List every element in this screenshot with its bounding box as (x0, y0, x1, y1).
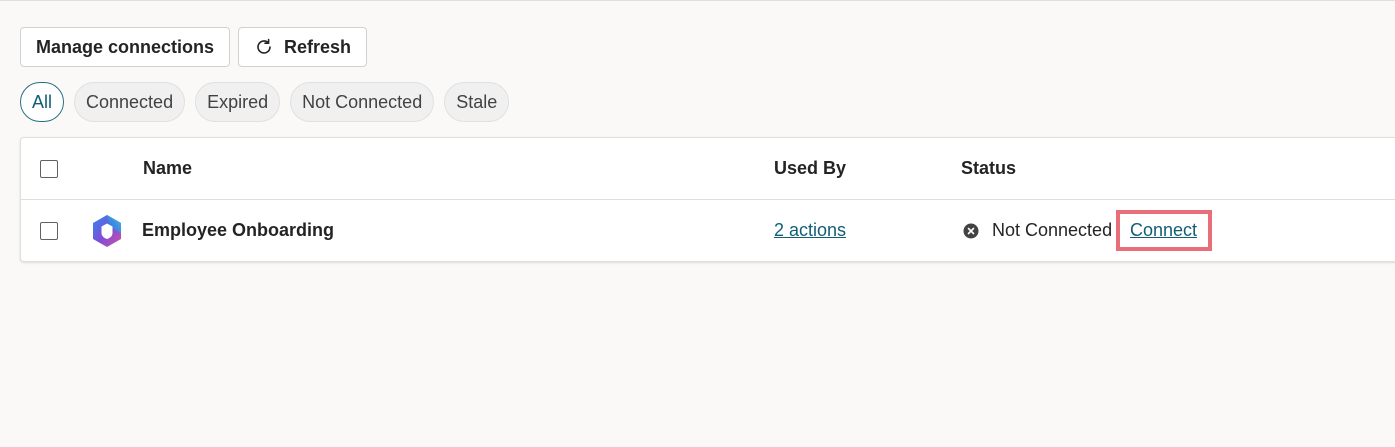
refresh-icon (254, 37, 274, 57)
filter-all[interactable]: All (20, 82, 65, 122)
column-header-name[interactable]: Name (143, 138, 192, 199)
toolbar: Manage connections Refresh (20, 27, 368, 67)
connections-table: Name Used By Status Employee Onboarding … (20, 137, 1395, 262)
status-text: Not Connected (992, 220, 1113, 240)
column-header-status[interactable]: Status (961, 138, 1016, 199)
used-by-link[interactable]: 2 actions (774, 220, 846, 241)
manage-connections-button[interactable]: Manage connections (20, 27, 231, 67)
column-header-used-by[interactable]: Used By (774, 138, 846, 199)
table-row[interactable]: Employee Onboarding 2 actions Not Connec… (21, 200, 1395, 261)
select-all-checkbox[interactable] (40, 159, 58, 178)
connection-name: Employee Onboarding (142, 220, 335, 240)
row-checkbox[interactable] (40, 221, 58, 240)
filter-not-connected-label: Not Connected (302, 91, 423, 112)
filter-not-connected[interactable]: Not Connected (290, 82, 435, 122)
filter-all-label: All (32, 91, 53, 112)
filter-stale-label: Stale (456, 91, 498, 112)
filter-stale[interactable]: Stale (444, 82, 510, 122)
filter-expired[interactable]: Expired (195, 82, 281, 122)
filter-connected-label: Connected (86, 91, 174, 112)
filter-connected[interactable]: Connected (74, 82, 186, 122)
filter-expired-label: Expired (207, 91, 269, 112)
dismiss-circle-icon (963, 223, 979, 239)
connect-link[interactable]: Connect (1130, 220, 1197, 241)
refresh-label: Refresh (284, 36, 352, 57)
status-filters: All Connected Expired Not Connected Stal… (20, 82, 510, 122)
microsoft-365-copilot-logo-icon (89, 213, 125, 249)
table-header-row: Name Used By Status (21, 138, 1395, 200)
refresh-button[interactable]: Refresh (238, 27, 368, 67)
connect-highlight: Connect (1116, 210, 1212, 251)
manage-connections-label: Manage connections (36, 36, 215, 57)
